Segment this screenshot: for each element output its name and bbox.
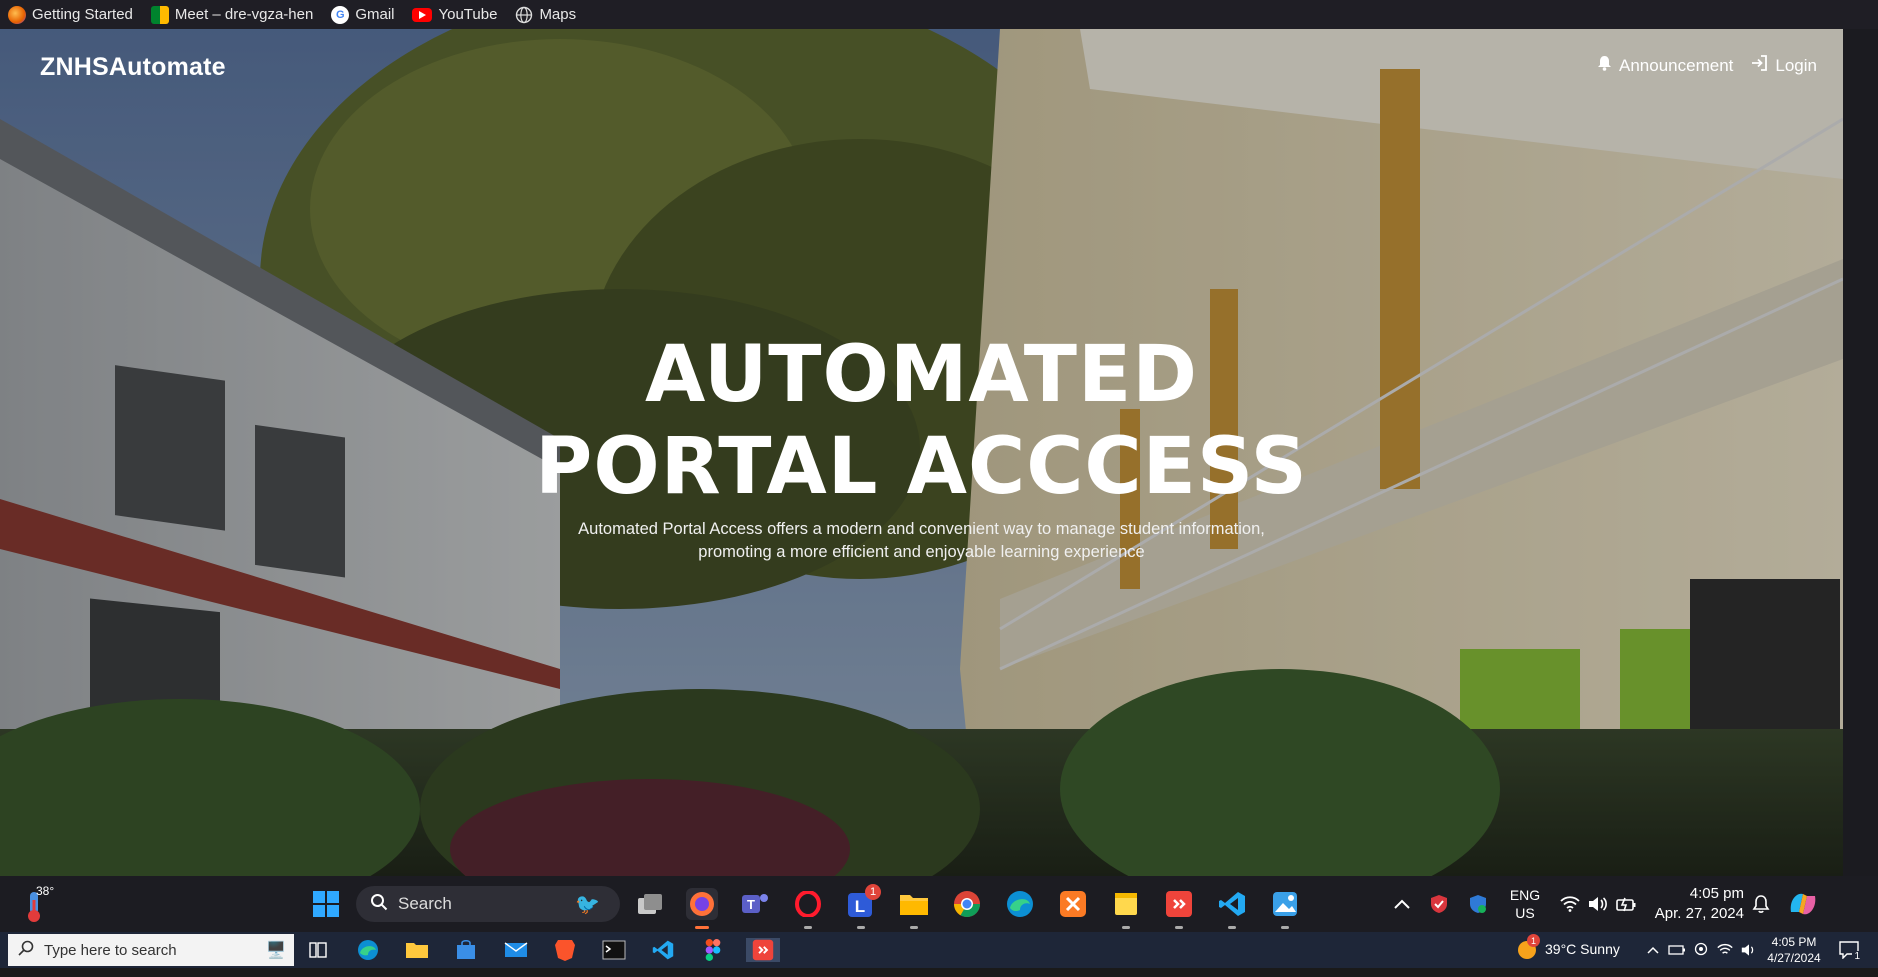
app-l-icon[interactable]: L 1 (845, 884, 881, 929)
bookmark-gmail[interactable]: G Gmail (323, 0, 404, 29)
weather-text[interactable]: 39°C Sunny (1545, 941, 1620, 977)
battery-charging-icon[interactable] (1610, 888, 1642, 920)
bookmark-label: Getting Started (32, 6, 133, 23)
svg-text:T: T (747, 897, 755, 912)
weather-temp: 38° (36, 884, 55, 898)
taskbar-search[interactable]: Search 🐦 (356, 886, 620, 922)
store-icon[interactable] (453, 938, 479, 962)
weather-sun-icon[interactable]: 1 (1514, 934, 1540, 962)
login-icon (1751, 55, 1768, 76)
bookmark-youtube[interactable]: YouTube (404, 0, 507, 29)
taskbar-win11: 38° Search 🐦 T L 1 ENG US 4:05 pm Apr. 2… (0, 876, 1878, 932)
taskbar-win10-search[interactable]: Type here to search 🖥️ (8, 934, 294, 966)
chrome-icon[interactable] (951, 888, 983, 920)
action-center-count: 1 (1852, 951, 1862, 962)
region-code: US (1515, 905, 1535, 921)
weather-widget[interactable]: 38° (22, 884, 62, 924)
hero-subtitle-line-2: promoting a more efficient and enjoyable… (698, 543, 1145, 561)
file-explorer-icon[interactable] (898, 888, 930, 929)
globe-icon (515, 6, 533, 24)
bookmark-label: Maps (539, 6, 577, 23)
edge-icon[interactable] (355, 938, 381, 962)
taskbar-win10-search-placeholder: Type here to search (44, 941, 177, 959)
sticky-notes-icon[interactable] (1110, 888, 1142, 929)
clock-time: 4:05 pm (1689, 885, 1744, 902)
mail-icon[interactable] (503, 938, 529, 962)
google-meet-icon (150, 5, 169, 24)
bell-icon (1597, 55, 1612, 76)
hero-title-line-2: PORTAL ACCCESS (535, 422, 1308, 512)
task-view-icon[interactable] (305, 938, 331, 962)
opera-icon[interactable] (792, 888, 824, 929)
notification-badge: 1 (865, 884, 881, 900)
xampp-icon[interactable] (1057, 888, 1089, 920)
nav-login[interactable]: Login (1751, 55, 1817, 76)
google-icon: G (331, 5, 350, 24)
hero-title-line-1: AUTOMATED (645, 330, 1198, 420)
bookmark-label: YouTube (438, 6, 498, 23)
terminal-icon[interactable] (601, 938, 627, 962)
action-center-icon[interactable]: 1 (1836, 938, 1862, 962)
youtube-icon (412, 7, 433, 22)
firefox-icon (8, 5, 26, 24)
task-view-icon[interactable] (634, 888, 666, 920)
firefox-taskbar-icon[interactable] (686, 888, 718, 929)
chevron-up-icon[interactable] (1640, 938, 1666, 962)
bookmark-maps[interactable]: Maps (507, 0, 586, 29)
wifi-icon[interactable] (1712, 938, 1738, 962)
webcam-icon[interactable] (1688, 938, 1714, 962)
search-icon (18, 940, 34, 960)
nav-announcement-label: Announcement (1619, 55, 1734, 75)
figma-icon[interactable] (700, 938, 726, 962)
anydesk-icon[interactable] (746, 938, 780, 962)
web-page: ZNHSAutomate Announcement Login AUTOMATE… (0, 29, 1843, 876)
site-nav: Announcement Login (1597, 55, 1817, 76)
bookmark-meet[interactable]: Meet – dre-vgza-hen (143, 0, 323, 29)
hero-title: AUTOMATED PORTAL ACCCESS (0, 329, 1843, 513)
photos-icon[interactable] (1269, 888, 1301, 929)
copilot-icon[interactable] (1787, 888, 1819, 920)
search-highlight-icon: 🖥️ (266, 942, 286, 959)
language-code: ENG (1509, 887, 1541, 903)
win10-clock-time: 4:05 PM (1771, 935, 1817, 949)
battery-icon[interactable] (1664, 938, 1690, 962)
vscode-icon[interactable] (1216, 888, 1248, 929)
security-shield-icon[interactable] (1423, 888, 1455, 920)
site-brand-logo[interactable]: ZNHSAutomate (40, 53, 226, 82)
bookmark-label: Gmail (355, 6, 395, 23)
clock-date: Apr. 27, 2024 (1654, 905, 1744, 922)
anydesk-icon[interactable] (1163, 888, 1195, 929)
bookmark-getting-started[interactable]: Getting Started (0, 0, 143, 29)
search-highlight-bird-icon: 🐦 (575, 893, 600, 916)
edge-icon[interactable] (1004, 888, 1036, 920)
search-icon (370, 893, 388, 916)
bookmarks-bar: Getting Started Meet – dre-vgza-hen G Gm… (0, 0, 1878, 29)
nav-login-label: Login (1775, 55, 1817, 75)
notification-bell-icon[interactable] (1745, 888, 1777, 920)
volume-icon[interactable] (1736, 938, 1762, 962)
nav-announcement[interactable]: Announcement (1597, 55, 1733, 76)
hero-subtitle-line-1: Automated Portal Access offers a modern … (578, 520, 1265, 538)
taskbar-win10: Type here to search 🖥️ 1 39°C Sunny 4:05… (0, 932, 1878, 968)
file-explorer-icon[interactable] (404, 938, 430, 962)
windows-start-icon[interactable] (310, 888, 342, 920)
win10-clock[interactable]: 4:05 PM 4/27/2024 (1760, 934, 1828, 970)
chevron-up-icon[interactable] (1386, 888, 1418, 920)
page-scrollbar-area[interactable] (1843, 29, 1878, 876)
brave-icon[interactable] (552, 938, 578, 962)
vscode-icon[interactable] (650, 938, 676, 962)
bookmark-label: Meet – dre-vgza-hen (174, 6, 314, 23)
svg-text:L: L (855, 897, 865, 916)
teams-icon[interactable]: T (739, 888, 771, 920)
system-clock[interactable]: 4:05 pm Apr. 27, 2024 (1648, 884, 1744, 924)
win10-clock-date: 4/27/2024 (1767, 951, 1821, 965)
defender-shield-icon[interactable] (1462, 888, 1494, 920)
taskbar-search-label: Search (398, 894, 452, 913)
language-indicator[interactable]: ENG US (1507, 886, 1543, 922)
weather-badge: 1 (1527, 934, 1540, 947)
hero-subtitle: Automated Portal Access offers a modern … (0, 518, 1843, 564)
